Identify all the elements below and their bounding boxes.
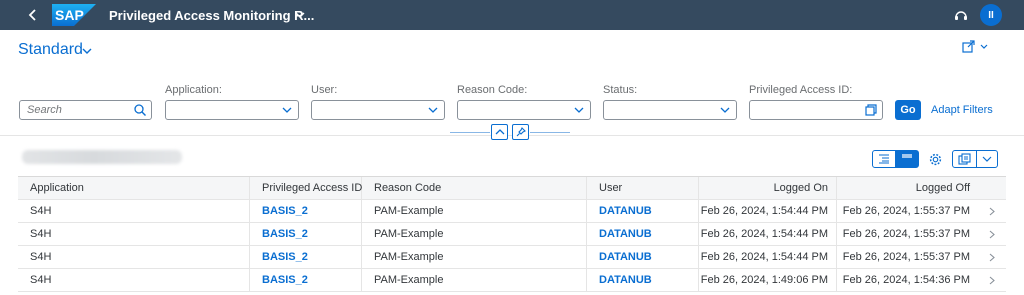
- privileged-access-id-label: Privileged Access ID:: [749, 84, 853, 96]
- header-divider-right: [530, 132, 570, 133]
- cell-logged-off: Feb 26, 2024, 1:54:36 PM: [842, 274, 970, 286]
- navigation-arrow-icon[interactable]: [988, 253, 996, 262]
- table-header-row: Application Privileged Access ID Reason …: [18, 177, 1006, 200]
- cell-user-link[interactable]: DATANUB: [587, 246, 699, 268]
- value-help-icon[interactable]: [864, 103, 878, 117]
- table-row[interactable]: S4H BASIS_2 PAM-Example DATANUB Feb 26, …: [18, 246, 1006, 269]
- user-label: User:: [311, 84, 338, 96]
- navigation-arrow-icon[interactable]: [988, 276, 996, 285]
- cell-application: S4H: [18, 200, 250, 222]
- settings-icon[interactable]: [928, 152, 943, 167]
- variant-title[interactable]: Standard: [18, 41, 83, 59]
- show-hide-details-button[interactable]: [872, 150, 896, 168]
- column-header-logged-off[interactable]: Logged Off: [837, 177, 978, 199]
- cell-user-link[interactable]: DATANUB: [587, 269, 699, 291]
- cell-user-link[interactable]: DATANUB: [587, 223, 699, 245]
- column-header-application[interactable]: Application: [18, 177, 250, 199]
- cell-application: S4H: [18, 223, 250, 245]
- export-icon: [958, 153, 971, 165]
- sap-logo[interactable]: SAP: [52, 4, 96, 26]
- pin-header-button[interactable]: [512, 124, 529, 140]
- collapse-header-button[interactable]: [491, 124, 508, 140]
- chevron-down-icon[interactable]: [293, 8, 307, 22]
- cell-logged-off: Feb 26, 2024, 1:55:37 PM: [842, 251, 970, 263]
- hide-details-button[interactable]: [895, 150, 919, 168]
- cell-privileged-access-id-link[interactable]: BASIS_2: [250, 200, 362, 222]
- back-button[interactable]: [24, 6, 40, 24]
- column-header-user[interactable]: User: [587, 177, 699, 199]
- search-input[interactable]: Search: [19, 100, 152, 120]
- cell-reason-code: PAM-Example: [362, 246, 587, 268]
- cell-reason-code: PAM-Example: [362, 223, 587, 245]
- reason-code-select[interactable]: [457, 100, 591, 120]
- search-icon[interactable]: [133, 103, 147, 117]
- column-header-privileged-access-id[interactable]: Privileged Access ID: [250, 177, 362, 199]
- app-title[interactable]: Privileged Access Monitoring R...: [109, 8, 314, 23]
- collapse-header-icon: [495, 129, 504, 135]
- chevron-down-icon[interactable]: [280, 103, 294, 117]
- status-select[interactable]: [603, 100, 737, 120]
- cell-logged-off: Feb 26, 2024, 1:55:37 PM: [842, 205, 970, 217]
- cell-logged-off: Feb 26, 2024, 1:55:37 PM: [842, 228, 970, 240]
- cell-privileged-access-id-link[interactable]: BASIS_2: [250, 223, 362, 245]
- privileged-access-id-input[interactable]: [749, 100, 883, 120]
- export-button[interactable]: [952, 150, 977, 168]
- navigation-arrow-icon[interactable]: [988, 207, 996, 216]
- table-row[interactable]: S4H BASIS_2 PAM-Example DATANUB Feb 26, …: [18, 223, 1006, 246]
- application-select[interactable]: [165, 100, 299, 120]
- cell-logged-on: Feb 26, 2024, 1:54:44 PM: [699, 200, 837, 222]
- filter-header: [0, 30, 1024, 136]
- cell-user-link[interactable]: DATANUB: [587, 200, 699, 222]
- pin-header-icon: [516, 127, 526, 137]
- share-icon[interactable]: [962, 40, 990, 54]
- adapt-filters-button[interactable]: Adapt Filters: [931, 104, 993, 116]
- export-menu-button[interactable]: [976, 150, 998, 168]
- cell-logged-on: Feb 26, 2024, 1:54:44 PM: [699, 246, 837, 268]
- cell-logged-on: Feb 26, 2024, 1:49:06 PM: [699, 269, 837, 291]
- chevron-down-icon[interactable]: [572, 103, 586, 117]
- header-divider-left: [450, 132, 490, 133]
- status-label: Status:: [603, 84, 638, 96]
- cell-privileged-access-id-link[interactable]: BASIS_2: [250, 246, 362, 268]
- chevron-down-icon[interactable]: [81, 45, 93, 57]
- help-icon[interactable]: [952, 6, 970, 24]
- table-title-blurred: [22, 150, 182, 164]
- access-log-table: Application Privileged Access ID Reason …: [18, 176, 1006, 292]
- go-button[interactable]: Go: [895, 100, 921, 120]
- column-header-logged-on[interactable]: Logged On: [699, 177, 837, 199]
- chevron-down-icon[interactable]: [718, 103, 732, 117]
- reason-code-label: Reason Code:: [457, 84, 528, 96]
- details-icon: [879, 154, 889, 164]
- application-label: Application:: [165, 84, 222, 96]
- table-row[interactable]: S4H BASIS_2 PAM-Example DATANUB Feb 26, …: [18, 269, 1006, 292]
- user-avatar[interactable]: II: [980, 4, 1002, 26]
- cell-reason-code: PAM-Example: [362, 269, 587, 291]
- navigation-arrow-icon[interactable]: [988, 230, 996, 239]
- collapse-details-icon: [902, 154, 912, 158]
- user-select[interactable]: [311, 100, 445, 120]
- table-row[interactable]: S4H BASIS_2 PAM-Example DATANUB Feb 26, …: [18, 200, 1006, 223]
- search-placeholder: Search: [27, 104, 62, 116]
- shell-bar: SAP Privileged Access Monitoring R... II: [0, 0, 1024, 30]
- svg-text:SAP: SAP: [55, 7, 84, 23]
- cell-application: S4H: [18, 269, 250, 291]
- cell-privileged-access-id-link[interactable]: BASIS_2: [250, 269, 362, 291]
- chevron-down-icon: [982, 156, 992, 162]
- cell-reason-code: PAM-Example: [362, 200, 587, 222]
- chevron-down-icon[interactable]: [426, 103, 440, 117]
- cell-application: S4H: [18, 246, 250, 268]
- cell-logged-on: Feb 26, 2024, 1:54:44 PM: [699, 223, 837, 245]
- column-header-reason-code[interactable]: Reason Code: [362, 177, 587, 199]
- back-icon: [28, 9, 36, 21]
